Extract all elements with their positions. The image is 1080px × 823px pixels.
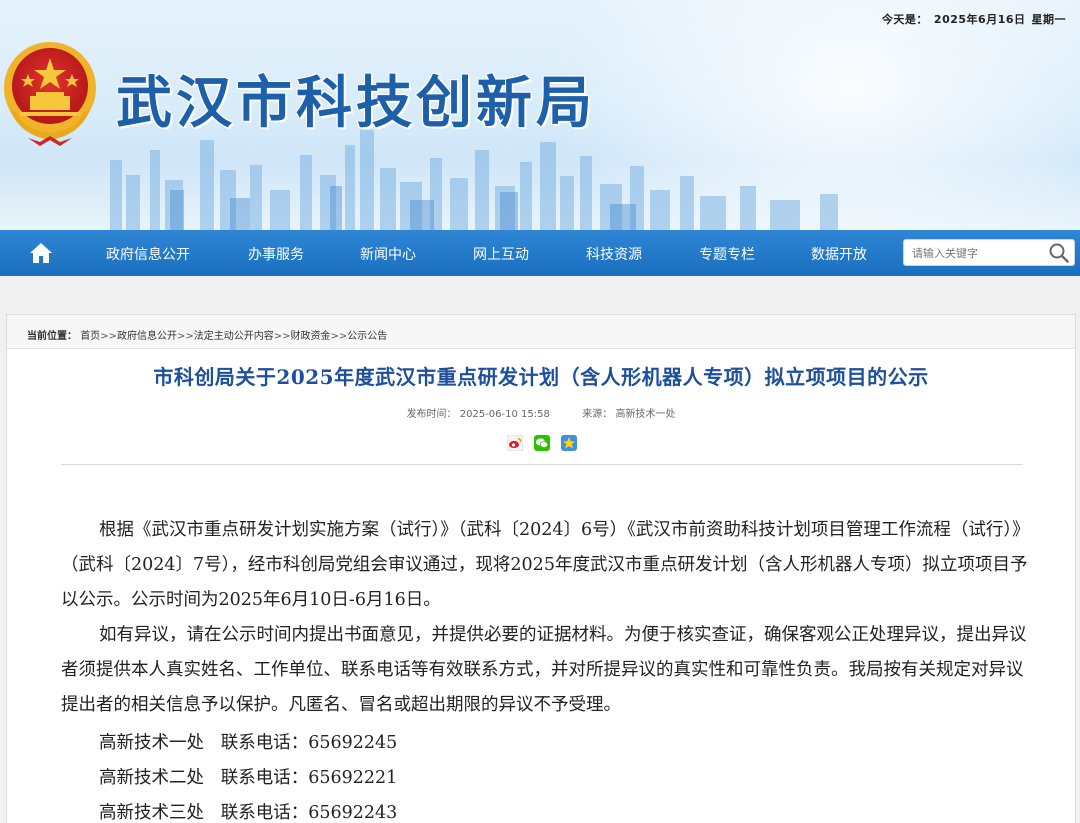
breadcrumb-finance[interactable]: 财政资金 [290,331,330,342]
contact-phone-label: 联系电话： [220,733,309,753]
nav-item-topics[interactable]: 专题专栏 [699,244,755,264]
contact-phone: 65692221 [308,768,398,788]
contact-dept: 高新技术一处 [99,733,204,753]
source-value: 高新技术一处 [615,409,676,420]
city-skyline-illustration [110,130,838,230]
nav-item-open-data[interactable]: 数据开放 [811,244,867,264]
search-icon[interactable] [1048,242,1070,264]
contact-dept: 高新技术二处 [99,768,204,788]
wechat-icon[interactable] [534,435,551,451]
contact-line: 高新技术一处 联系电话：65692245 [99,729,397,754]
nav-item-gov-info[interactable]: 政府信息公开 [106,244,190,264]
publish-time-label: 发布时间： [406,409,457,420]
nav-item-services[interactable]: 办事服务 [248,244,304,264]
contact-phone-label: 联系电话： [220,803,309,823]
home-icon[interactable] [28,241,54,265]
share-bar [506,434,583,453]
breadcrumb-label: 当前位置： [27,331,77,342]
publish-time: 2025-06-10 15:58 [459,409,550,420]
contact-line: 高新技术二处 联系电话：65692221 [99,764,397,789]
breadcrumb-home[interactable]: 首页 [80,331,100,342]
weibo-icon[interactable] [506,434,524,452]
contact-phone: 65692243 [308,803,398,823]
contact-phone-label: 联系电话： [220,768,309,788]
contact-line: 高新技术三处 联系电话：65692243 [99,799,397,823]
breadcrumb-announcements[interactable]: 公示公告 [347,331,387,342]
date-display: 今天是： 2025年6月16日 星期一 [876,11,1066,27]
article-meta: 发布时间： 2025-06-10 15:58 来源： 高新技术一处 [7,405,1075,420]
date-label: 今天是： [881,13,928,26]
qzone-icon[interactable] [561,435,578,451]
source-label: 来源： [582,409,613,420]
nav-item-news[interactable]: 新闻中心 [360,244,416,264]
breadcrumb-mandatory-disclosure[interactable]: 法定主动公开内容 [194,331,274,342]
article-paragraph: 根据《武汉市重点研发计划实施方案（试行）》（武科〔2024〕6号）《武汉市前资助… [61,520,1028,610]
breadcrumb-separator: >> [330,331,348,342]
search-box [903,239,1075,266]
article-card: 当前位置： 首页>>政府信息公开>>法定主动公开内容>>财政资金>>公示公告 市… [6,314,1076,823]
breadcrumb-bar: 当前位置： 首页>>政府信息公开>>法定主动公开内容>>财政资金>>公示公告 [7,315,1075,349]
breadcrumb-separator: >> [176,331,194,342]
contact-dept: 高新技术三处 [99,803,204,823]
breadcrumb-separator: >> [100,331,117,342]
search-input[interactable] [912,245,1042,261]
article-title: 市科创局关于2025年度武汉市重点研发计划（含人形机器人专项）拟立项项目的公示 [153,365,929,389]
breadcrumb: 当前位置： 首页>>政府信息公开>>法定主动公开内容>>财政资金>>公示公告 [27,327,387,342]
breadcrumb-gov-info[interactable]: 政府信息公开 [117,331,177,342]
breadcrumb-separator: >> [273,331,291,342]
header-banner: 今天是： 2025年6月16日 星期一 武汉市科技创新局 [0,0,1080,230]
date-value: 2025年6月16日 [933,13,1026,26]
nav-item-interaction[interactable]: 网上互动 [473,244,529,264]
nav-item-resources[interactable]: 科技资源 [586,244,642,264]
article-paragraph: 如有异议，请在公示时间内提出书面意见，并提供必要的证据材料。为便于核实查证，确保… [61,625,1027,715]
title-divider [61,464,1023,465]
weekday: 星期一 [1031,13,1066,26]
contact-phone: 65692245 [308,733,398,753]
